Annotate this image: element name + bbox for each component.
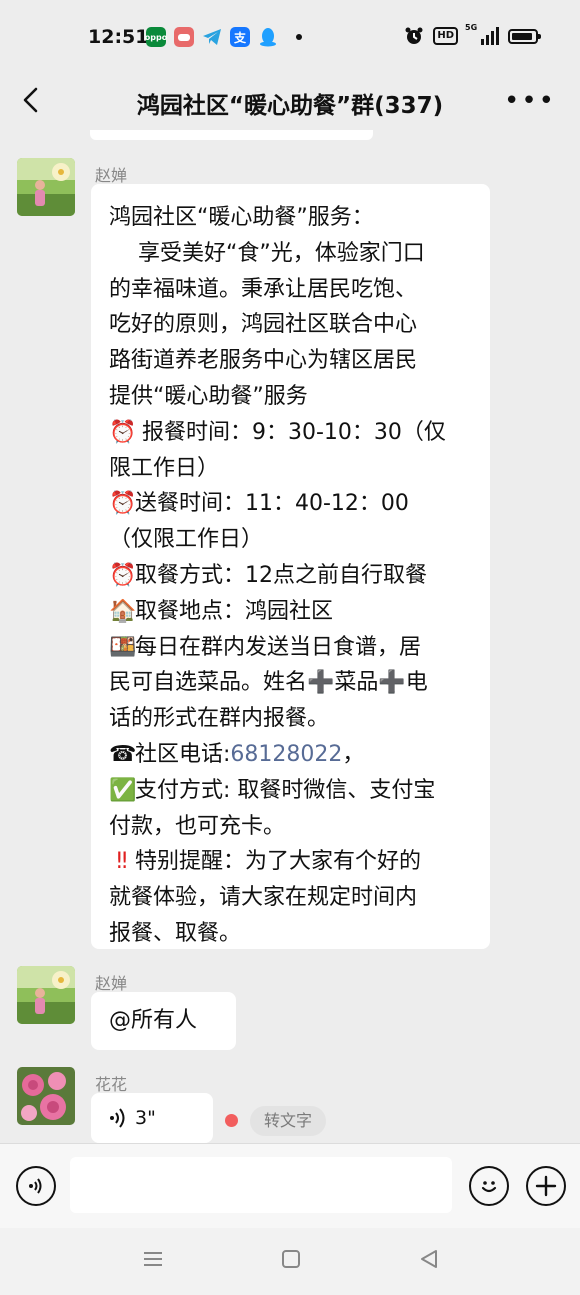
voice-wave-icon <box>110 1108 125 1128</box>
status-right-icons: HD 5G <box>404 23 541 46</box>
input-bar <box>0 1143 580 1229</box>
text-line: 🏠取餐地点：鸿园社区 <box>109 594 472 630</box>
menu-icon[interactable] <box>142 1248 164 1270</box>
house-emoji-icon: 🏠 <box>109 598 137 624</box>
line-text: 送餐时间：11：40-12：00 <box>135 491 409 517</box>
voice-duration: 3" <box>135 1107 156 1129</box>
emoji-button[interactable] <box>469 1166 509 1206</box>
text-line: ⏰送餐时间：11：40-12：00 <box>109 486 472 522</box>
text-line: ⏰ 报餐时间：9：30-10：30（仅 <box>109 415 472 451</box>
notification-icons: oppo 支 <box>145 27 302 47</box>
telephone-emoji-icon: ☎ <box>109 741 137 767</box>
voice-input-button[interactable] <box>16 1166 56 1206</box>
line-text: 取餐地点：鸿园社区 <box>135 598 334 624</box>
smiley-icon <box>481 1181 497 1193</box>
text-line: 付款，也可充卡。 <box>109 813 286 839</box>
more-functions-button[interactable] <box>526 1166 566 1206</box>
text-line: ✅支付方式: 取餐时微信、支付宝 <box>109 773 472 809</box>
network-type: 5G <box>465 23 478 32</box>
line-text: 取餐方式：12点之前自行取餐 <box>135 562 427 588</box>
text-line: 话的形式在群内报餐。 <box>109 706 330 732</box>
bento-box-emoji-icon: 🍱 <box>109 634 137 660</box>
telegram-icon <box>202 27 222 47</box>
message-bubble[interactable]: 鸿园社区“暖心助餐”服务： 享受美好“食”光，体验家门口 的幸福味道。秉承让居民吃… <box>91 184 490 949</box>
plus-icon <box>535 1175 557 1197</box>
text-line: 提供“暖心助餐”服务 <box>109 383 308 409</box>
sender-name: 赵婵 <box>95 166 128 185</box>
alarm-clock-emoji-icon: ⏰ <box>109 562 137 588</box>
more-notifications-dot <box>296 34 302 40</box>
system-nav-bar <box>0 1228 580 1295</box>
text-line: 报餐、取餐。 <box>109 920 242 946</box>
text-line: 吃好的原则，鸿园社区联合中心 <box>109 312 418 338</box>
text-line: 享受美好“食”光，体验家门口 <box>109 240 425 266</box>
convert-to-text-button[interactable]: 转文字 <box>250 1106 326 1136</box>
back-triangle-icon[interactable] <box>418 1248 440 1270</box>
voice-message-bubble[interactable]: 3" <box>91 1093 213 1143</box>
text-line: ‼ 特别提醒：为了大家有个好的 <box>109 844 472 880</box>
line-text: 报餐时间：9：30-10：30（仅 <box>135 419 446 445</box>
status-time: 12:51 <box>88 26 149 48</box>
line-text: 每日在群内发送当日食谱，居 <box>135 634 422 660</box>
voice-icon <box>29 1178 42 1194</box>
message-input[interactable] <box>70 1157 452 1213</box>
sender-name: 赵婵 <box>95 974 128 993</box>
alarm-icon <box>405 27 423 44</box>
text-line: （仅限工作日） <box>109 527 264 553</box>
text-line: ⏰取餐方式：12点之前自行取餐 <box>109 558 472 594</box>
chat-header: 鸿园社区“暖心助餐”群(337) ••• <box>0 72 580 130</box>
message-bubble[interactable]: @所有人 <box>91 992 236 1050</box>
alipay-icon: 支 <box>230 27 250 47</box>
message-text: @所有人 <box>109 1008 198 1033</box>
sender-name: 花花 <box>95 1075 128 1094</box>
text-line: 路街道养老服务中心为辖区居民 <box>109 348 418 374</box>
oppo-app-icon: oppo <box>145 27 167 47</box>
phone-number-link[interactable]: 68128022 <box>230 742 342 767</box>
double-exclamation-emoji-icon: ‼ <box>116 849 128 875</box>
game-icon <box>174 27 194 47</box>
line-text: 社区电话: <box>135 741 231 767</box>
message-text: 鸿园社区“暖心助餐”服务： 享受美好“食”光，体验家门口 的幸福味道。秉承让居民吃… <box>91 184 490 962</box>
check-mark-emoji-icon: ✅ <box>109 777 137 803</box>
previous-message-bubble[interactable] <box>90 130 373 140</box>
text-line: ☎社区电话:68128022， <box>109 737 472 773</box>
text-line: 🍱每日在群内发送当日食谱，居 <box>109 630 472 666</box>
text-line: 民可自选菜品。姓名➕菜品➕电 <box>109 670 428 696</box>
text-line: 的幸福味道。秉承让居民吃饱、 <box>109 276 418 302</box>
line-text: 特别提醒：为了大家有个好的 <box>135 849 422 875</box>
alarm-clock-emoji-icon: ⏰ <box>109 419 137 445</box>
more-options-icon[interactable]: ••• <box>504 86 556 116</box>
unread-dot <box>225 1114 238 1127</box>
hd-badge: HD <box>433 27 458 45</box>
alarm-clock-emoji-icon: ⏰ <box>109 491 137 517</box>
home-icon[interactable] <box>280 1248 302 1270</box>
text-line: 鸿园社区“暖心助餐”服务： <box>109 205 374 230</box>
line-text: 支付方式: 取餐时微信、支付宝 <box>135 777 436 803</box>
chat-title: 鸿园社区“暖心助餐”群(337) <box>136 93 444 119</box>
status-bar: 12:51 oppo 支 HD 5G <box>0 0 580 72</box>
message-list[interactable]: 赵婵 鸿园社区“暖心助餐”服务： 享受美好“食”光，体验家门口 的幸福味道。秉承让… <box>0 130 580 1143</box>
text-line: 就餐体验，请大家在规定时间内 <box>109 885 418 911</box>
text-line: 限工作日） <box>109 455 220 481</box>
avatar[interactable] <box>17 1067 75 1125</box>
qq-icon <box>258 27 278 47</box>
battery-icon <box>508 28 541 44</box>
line-text-suffix: ， <box>342 741 365 767</box>
avatar[interactable] <box>17 158 75 216</box>
signal-icon: 5G <box>465 23 499 45</box>
avatar[interactable] <box>17 966 75 1024</box>
